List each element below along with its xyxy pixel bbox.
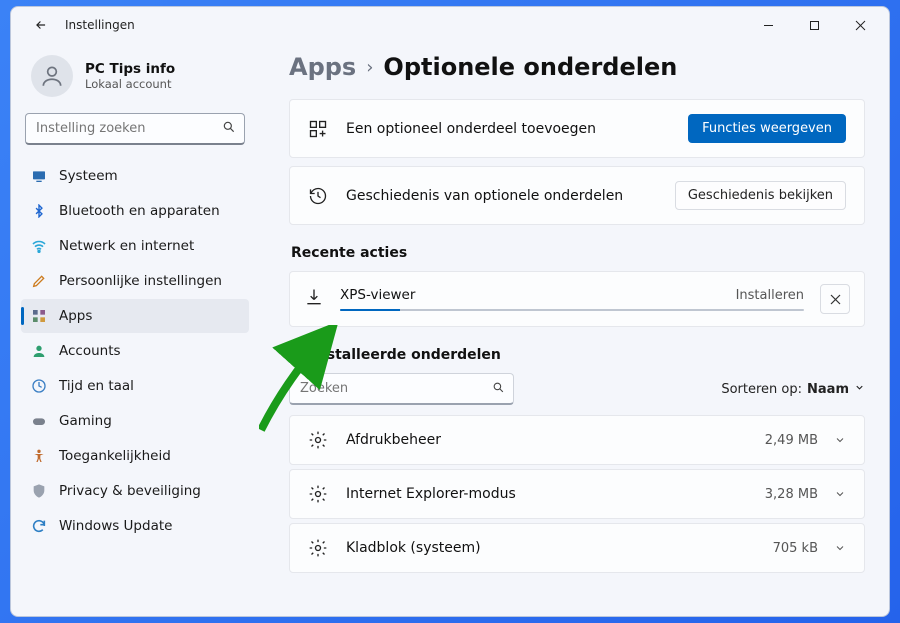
wifi-icon [31, 238, 47, 254]
apps-icon [31, 308, 47, 324]
installed-features-heading: Geïnstalleerde onderdelen [291, 347, 865, 363]
search-icon [222, 119, 236, 138]
recent-item-name: XPS-viewer [340, 287, 415, 303]
chevron-down-icon [834, 431, 846, 450]
nav-windows-update[interactable]: Windows Update [21, 509, 249, 543]
nav-bluetooth[interactable]: Bluetooth en apparaten [21, 194, 249, 228]
breadcrumb: Apps › Optionele onderdelen [289, 53, 865, 81]
add-feature-card: Een optioneel onderdeel toevoegen Functi… [289, 99, 865, 158]
globe-clock-icon [31, 378, 47, 394]
nav-label: Persoonlijke instellingen [59, 273, 222, 289]
nav-list: Systeem Bluetooth en apparaten Netwerk e… [21, 159, 249, 543]
window-title: Instellingen [65, 18, 135, 32]
close-button[interactable] [837, 10, 883, 40]
nav-time-language[interactable]: Tijd en taal [21, 369, 249, 403]
accessibility-icon [31, 448, 47, 464]
download-icon [304, 287, 324, 311]
search-icon [492, 379, 505, 398]
install-progress-fill [340, 309, 400, 311]
nav-accessibility[interactable]: Toegankelijkheid [21, 439, 249, 473]
nav-gaming[interactable]: Gaming [21, 404, 249, 438]
gear-icon [308, 538, 328, 558]
nav-personalization[interactable]: Persoonlijke instellingen [21, 264, 249, 298]
nav-system[interactable]: Systeem [21, 159, 249, 193]
cancel-install-button[interactable] [820, 284, 850, 314]
installed-toolbar: Sorteren op: Naam [289, 373, 865, 405]
nav-label: Windows Update [59, 518, 172, 534]
nav-label: Gaming [59, 413, 112, 429]
profile-name: PC Tips info [85, 61, 175, 77]
view-history-button[interactable]: Geschiedenis bekijken [675, 181, 846, 210]
recent-actions-heading: Recente acties [291, 245, 865, 261]
maximize-button[interactable] [791, 10, 837, 40]
update-icon [31, 518, 47, 534]
nav-label: Systeem [59, 168, 118, 184]
feature-row[interactable]: Internet Explorer-modus 3,28 MB [289, 469, 865, 519]
features-search-input[interactable] [300, 381, 492, 396]
sort-value: Naam [807, 382, 849, 397]
nav-accounts[interactable]: Accounts [21, 334, 249, 368]
feature-size: 3,28 MB [765, 487, 818, 502]
feature-name: Internet Explorer-modus [346, 486, 516, 502]
gamepad-icon [31, 413, 47, 429]
add-feature-text: Een optioneel onderdeel toevoegen [346, 121, 596, 137]
feature-size: 705 kB [773, 541, 818, 556]
nav-label: Netwerk en internet [59, 238, 194, 254]
window-controls [745, 10, 883, 40]
minimize-button[interactable] [745, 10, 791, 40]
monitor-icon [31, 168, 47, 184]
nav-label: Apps [59, 308, 92, 324]
nav-label: Tijd en taal [59, 378, 134, 394]
nav-privacy[interactable]: Privacy & beveiliging [21, 474, 249, 508]
chevron-right-icon: › [366, 57, 373, 78]
nav-network[interactable]: Netwerk en internet [21, 229, 249, 263]
sidebar: PC Tips info Lokaal account Systeem Blue… [11, 43, 259, 616]
sort-dropdown[interactable]: Sorteren op: Naam [721, 382, 865, 397]
feature-row[interactable]: Kladblok (systeem) 705 kB [289, 523, 865, 573]
view-features-button[interactable]: Functies weergeven [688, 114, 846, 143]
feature-row[interactable]: Afdrukbeheer 2,49 MB [289, 415, 865, 465]
chevron-down-icon [834, 539, 846, 558]
install-progress [340, 309, 804, 311]
settings-search-input[interactable] [36, 121, 222, 136]
feature-name: Kladblok (systeem) [346, 540, 481, 556]
titlebar: Instellingen [11, 7, 889, 43]
profile-subtitle: Lokaal account [85, 77, 175, 91]
shield-icon [31, 483, 47, 499]
nav-label: Privacy & beveiliging [59, 483, 201, 499]
back-button[interactable] [29, 13, 53, 37]
features-search[interactable] [289, 373, 514, 405]
recent-action-item: XPS-viewer Installeren [289, 271, 865, 327]
recent-item-status: Installeren [736, 288, 804, 303]
history-text: Geschiedenis van optionele onderdelen [346, 188, 623, 204]
profile-block[interactable]: PC Tips info Lokaal account [21, 51, 249, 113]
feature-name: Afdrukbeheer [346, 432, 441, 448]
add-grid-icon [308, 119, 328, 139]
page-title: Optionele onderdelen [383, 53, 677, 81]
chevron-down-icon [854, 382, 865, 397]
settings-search[interactable] [25, 113, 245, 145]
settings-window: Instellingen PC Tips info Lokaal account [10, 6, 890, 617]
person-icon [31, 343, 47, 359]
nav-label: Bluetooth en apparaten [59, 203, 220, 219]
nav-apps[interactable]: Apps [21, 299, 249, 333]
breadcrumb-parent[interactable]: Apps [289, 53, 356, 81]
history-icon [308, 186, 328, 206]
gear-icon [308, 484, 328, 504]
history-card: Geschiedenis van optionele onderdelen Ge… [289, 166, 865, 225]
nav-label: Toegankelijkheid [59, 448, 171, 464]
brush-icon [31, 273, 47, 289]
feature-size: 2,49 MB [765, 433, 818, 448]
sort-label: Sorteren op: [721, 382, 802, 397]
main-content: Apps › Optionele onderdelen Een optionee… [259, 43, 889, 616]
bluetooth-icon [31, 203, 47, 219]
nav-label: Accounts [59, 343, 121, 359]
chevron-down-icon [834, 485, 846, 504]
avatar [31, 55, 73, 97]
gear-icon [308, 430, 328, 450]
